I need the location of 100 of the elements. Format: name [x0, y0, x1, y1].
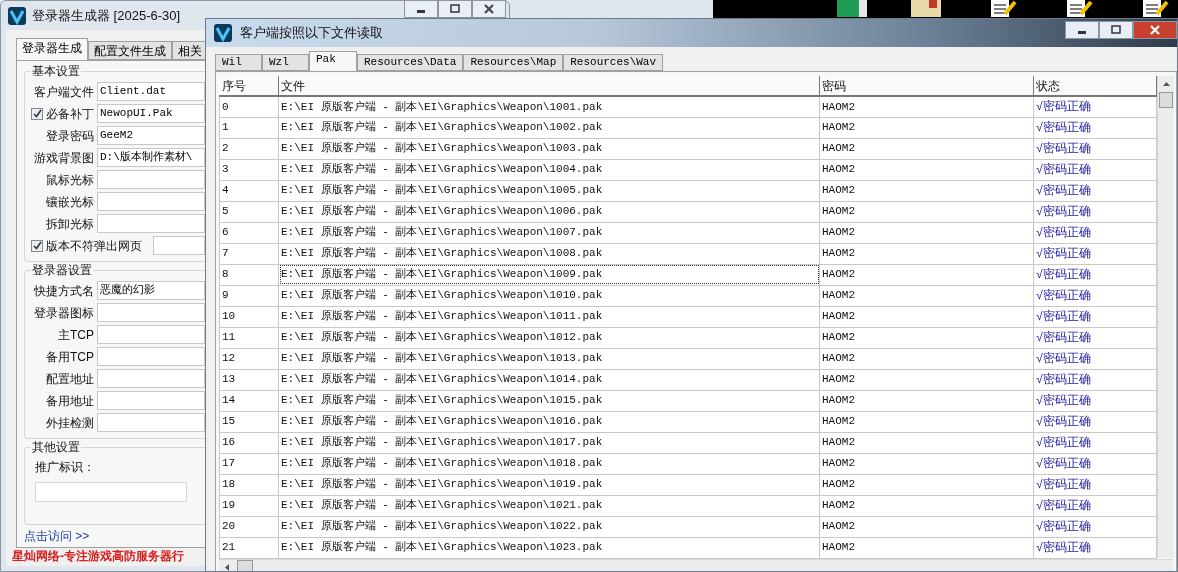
field-label: 备用TCP	[45, 348, 95, 366]
file-icon[interactable]	[911, 0, 941, 17]
table-cell: 10	[219, 306, 279, 327]
table-cell: HAOM2	[819, 516, 1034, 537]
table-cell: 2	[219, 138, 279, 159]
close-button[interactable]	[472, 0, 506, 18]
table-cell: 0	[219, 96, 279, 117]
table-cell: HAOM2	[819, 201, 1034, 222]
table-cell: √密码正确	[1033, 96, 1157, 117]
text-field[interactable]	[97, 325, 205, 344]
text-field[interactable]: Client.dat	[97, 82, 205, 101]
tab[interactable]: 登录器生成	[16, 38, 88, 60]
spreadsheet-icon[interactable]	[837, 0, 867, 17]
scroll-left-icon[interactable]	[223, 562, 231, 571]
column-header[interactable]: 文件	[278, 76, 820, 96]
field-label: 客户端文件	[33, 83, 95, 101]
minimize-button[interactable]	[1065, 21, 1099, 39]
table-cell: HAOM2	[819, 495, 1034, 516]
text-field[interactable]	[97, 214, 205, 233]
text-field[interactable]	[97, 303, 205, 322]
table-cell: E:\EI 原版客户端 - 副本\EI\Graphics\Weapon\1014.pak	[278, 369, 820, 390]
table-cell: 9	[219, 285, 279, 306]
tab[interactable]: Resources\Wav	[563, 54, 664, 71]
close-button[interactable]	[1133, 21, 1177, 39]
text-field[interactable]	[97, 192, 205, 211]
group-title: 其他设置	[31, 439, 81, 455]
tab[interactable]: 配置文件生成	[88, 41, 172, 60]
checkbox-label: 版本不符弹出网页	[46, 237, 143, 255]
table-cell: √密码正确	[1033, 201, 1157, 222]
tab[interactable]: 相关	[172, 41, 205, 60]
table-cell: √密码正确	[1033, 495, 1157, 516]
text-field[interactable]: D:\版本制作素材\	[97, 148, 205, 167]
field-label: 镶嵌光标	[45, 193, 95, 211]
table-cell: HAOM2	[819, 432, 1034, 453]
text-field[interactable]	[97, 170, 205, 189]
table-cell: 13	[219, 369, 279, 390]
table-cell: 8	[219, 264, 279, 285]
column-header[interactable]: 状态	[1033, 76, 1157, 96]
group-title: 登录器设置	[31, 262, 93, 278]
checkbox[interactable]	[31, 239, 43, 252]
column-header[interactable]: 密码	[819, 76, 1034, 96]
tab[interactable]: Wzl	[262, 54, 309, 71]
table-cell: 19	[219, 495, 279, 516]
table-cell: 1	[219, 117, 279, 138]
table-cell: E:\EI 原版客户端 - 副本\EI\Graphics\Weapon\1007.pak	[278, 222, 820, 243]
table-cell: √密码正确	[1033, 516, 1157, 537]
table-cell: HAOM2	[819, 474, 1034, 495]
maximize-button[interactable]	[1099, 21, 1133, 39]
text-field[interactable]: GeeM2	[97, 126, 205, 145]
minimize-button[interactable]	[404, 0, 438, 18]
text-field[interactable]	[97, 413, 205, 432]
table-cell: √密码正确	[1033, 243, 1157, 264]
table-cell: 16	[219, 432, 279, 453]
document-icon[interactable]	[1141, 0, 1169, 17]
table-cell: E:\EI 原版客户端 - 副本\EI\Graphics\Weapon\1011.pak	[278, 306, 820, 327]
tab[interactable]: Resources\Map	[463, 54, 564, 71]
document-icon[interactable]	[989, 0, 1017, 17]
table-cell: √密码正确	[1033, 327, 1157, 348]
table-cell: E:\EI 原版客户端 - 副本\EI\Graphics\Weapon\1013.pak	[278, 348, 820, 369]
maximize-button[interactable]	[438, 0, 472, 18]
promo-text: 星灿网络-专注游戏高防服务器行	[12, 548, 185, 564]
text-field[interactable]	[97, 369, 205, 388]
text-field[interactable]	[97, 391, 205, 410]
table-cell: HAOM2	[819, 159, 1034, 180]
scrollbar-thumb[interactable]	[237, 560, 253, 571]
scrollbar-thumb[interactable]	[1159, 92, 1173, 108]
tab[interactable]: Wil	[215, 54, 262, 71]
field-label: 推广标识：	[35, 459, 95, 476]
table-cell: E:\EI 原版客户端 - 副本\EI\Graphics\Weapon\1016.pak	[278, 411, 820, 432]
table-cell: 4	[219, 180, 279, 201]
table-cell: 5	[219, 201, 279, 222]
table-cell: HAOM2	[819, 411, 1034, 432]
table-cell: √密码正确	[1033, 537, 1157, 558]
text-field[interactable]	[35, 482, 187, 502]
tab[interactable]: Pak	[309, 51, 357, 71]
text-field[interactable]: NewopUI.Pak	[97, 104, 205, 123]
column-header[interactable]: 序号	[219, 76, 279, 96]
table-cell: 20	[219, 516, 279, 537]
table-cell: E:\EI 原版客户端 - 副本\EI\Graphics\Weapon\1019.pak	[278, 474, 820, 495]
text-field[interactable]: 恶魔的幻影	[97, 281, 205, 300]
document-icon[interactable]	[1065, 0, 1093, 17]
table-cell: √密码正确	[1033, 453, 1157, 474]
table-cell: 18	[219, 474, 279, 495]
table-cell: E:\EI 原版客户端 - 副本\EI\Graphics\Weapon\1021.pak	[278, 495, 820, 516]
tab[interactable]: Resources\Data	[357, 54, 464, 71]
table-cell: √密码正确	[1033, 117, 1157, 138]
table-cell: E:\EI 原版客户端 - 副本\EI\Graphics\Weapon\1006.pak	[278, 201, 820, 222]
table-cell: 15	[219, 411, 279, 432]
table-cell: √密码正确	[1033, 180, 1157, 201]
visit-link[interactable]: 点击访问 >>	[24, 527, 205, 545]
table-cell: HAOM2	[819, 285, 1034, 306]
text-field[interactable]	[97, 347, 205, 366]
table-cell: √密码正确	[1033, 348, 1157, 369]
window-title: 客户端按照以下文件读取	[240, 24, 383, 43]
window-title: 登录器生成器 [2025-6-30]	[32, 7, 181, 25]
table-cell: E:\EI 原版客户端 - 副本\EI\Graphics\Weapon\1001.pak	[278, 96, 820, 117]
checkbox[interactable]	[31, 107, 43, 120]
text-field[interactable]	[153, 236, 205, 255]
field-label: 拆卸光标	[45, 215, 95, 233]
table-cell: E:\EI 原版客户端 - 副本\EI\Graphics\Weapon\1022.pak	[278, 516, 820, 537]
